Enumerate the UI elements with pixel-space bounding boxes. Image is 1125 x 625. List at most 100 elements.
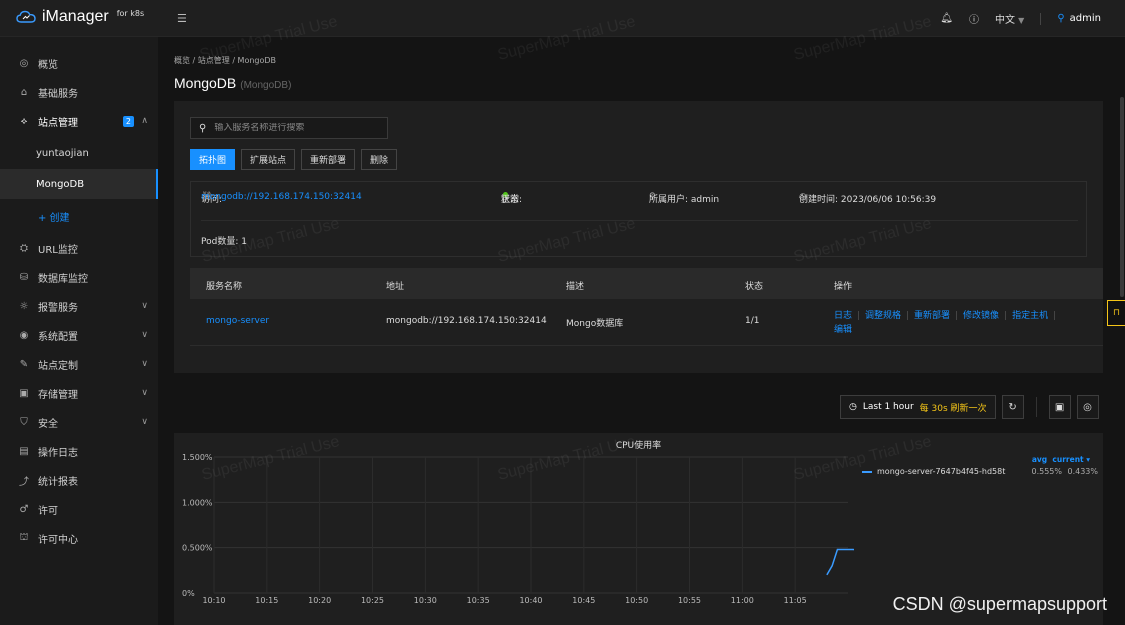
x-tick-label: 10:25 [361,596,384,605]
user-icon: ⚲ [1057,13,1065,24]
search-input[interactable] [214,123,375,133]
edit-link[interactable]: 编辑 [834,325,852,335]
sidebar-create-button[interactable]: + 创建 [0,201,158,231]
y-tick-label: 0.500% [182,544,213,553]
service-card: ⚲ 拓扑图 扩展站点 重新部署 删除 ⛓ 访问: mongodb://192.1… [174,101,1103,373]
sidebar-subitem-yuntaojian[interactable]: yuntaojian [0,138,158,168]
user-menu[interactable]: ⚲ admin [1057,13,1101,24]
check-circle-icon: ◎ [1083,401,1092,413]
settings-button[interactable]: ◎ [1076,395,1099,419]
sidebar-item-site-mgmt[interactable]: ⟡ 站点管理 2 ∧ [0,109,158,133]
sidebar-item-oplog[interactable]: ▤ 操作日志 [0,439,158,463]
sidebar-item-license[interactable]: ♂ 许可 [0,497,158,521]
legend-series-name: mongo-server-7647b4f45-hd58t [877,467,1006,476]
x-tick-label: 10:20 [308,596,331,605]
scrollbar-thumb[interactable] [1120,97,1124,297]
sidebar-subitem-mongodb[interactable]: MongoDB [0,169,158,199]
divider [1054,311,1056,320]
license-center-icon: ⛫ [19,531,29,543]
divider [1005,311,1007,320]
page-title-text: MongoDB [174,75,237,91]
legend-avg-value: 0.555% [1031,467,1062,476]
resize-link[interactable]: 调整规格 [865,311,901,321]
assign-host-link[interactable]: 指定主机 [1012,311,1048,321]
access-link[interactable]: mongodb://192.168.174.150:32414 [201,192,362,202]
chevron-down-icon: ∨ [141,301,148,311]
plugin-icon: ⊓ [1112,308,1121,318]
oplog-icon: ▤ [19,445,29,457]
security-icon: ⛉ [20,416,28,428]
app-logo[interactable]: iManager for k8s [16,8,144,26]
redeploy-link[interactable]: 重新部署 [914,311,950,321]
x-tick-label: 10:10 [202,596,225,605]
sidebar-item-storage[interactable]: ▣ 存储管理 ∨ [0,381,158,405]
time-range-picker[interactable]: ◷ Last 1 hour 每 30s 刷新一次 [840,395,996,419]
scrollbar[interactable] [1119,37,1125,625]
legend-avg-header[interactable]: avg [1032,455,1047,464]
column-header: 状态 [745,282,764,292]
save-button[interactable]: ▣ [1048,395,1071,419]
breadcrumb[interactable]: 概览 / 站点管理 / MongoDB [174,55,276,66]
refresh-interval-label: 每 30s 刷新一次 [919,403,987,414]
menu-fold-icon[interactable]: ☰ [177,12,187,25]
help-icon[interactable]: ⓘ [969,11,979,26]
count-badge: 2 [122,115,134,127]
time-range-label: Last 1 hour [862,402,914,412]
chevron-down-icon: ∨ [141,388,148,398]
redeploy-button[interactable]: 重新部署 [301,149,356,170]
sidebar-item-base-service[interactable]: ⌂ 基础服务 [0,80,158,104]
owner-text: 所属用户: admin [649,195,720,205]
x-tick-label: 10:40 [519,596,542,605]
language-label: 中文 [994,15,1015,26]
service-name-link[interactable]: mongo-server [206,316,269,326]
top-bar: iManager for k8s ☰ 🔔︎ ⓘ 中文 ▼ ⚲ admin [0,0,1125,37]
sidebar-item-label: 存储管理 [38,389,78,401]
sidebar-item-security[interactable]: ⛉ 安全 ∨ [0,410,158,434]
main-content: 概览 / 站点管理 / MongoDB MongoDB(MongoDB) ⚲ 拓… [158,37,1125,625]
column-header: 操作 [834,282,853,292]
side-drawer-tab[interactable]: ⊓ [1107,300,1125,326]
page-title: MongoDB (MongoDB) [174,75,291,91]
bell-icon[interactable]: 🔔︎ [940,13,953,24]
log-link[interactable]: 日志 [834,311,852,321]
table-header: 服务名称 地址 描述 状态 操作 [190,268,1103,299]
sidebar-item-db-monitor[interactable]: ⛁ 数据库监控 [0,265,158,289]
sidebar-item-label: 许可 [38,505,58,517]
legend-header: avg current ▾ [862,455,1090,464]
language-select[interactable]: 中文 ▼ [995,11,1024,26]
sidebar-item-label: 报警服务 [38,302,78,314]
sidebar-item-system-config[interactable]: ◉ 系统配置 ∨ [0,323,158,347]
column-header: 描述 [566,282,585,292]
refresh-button[interactable]: ↻ [1001,395,1024,419]
sidebar-item-site-custom[interactable]: ✎ 站点定制 ∨ [0,352,158,376]
topology-button[interactable]: 拓扑图 [190,149,236,170]
legend-current-header[interactable]: current ▾ [1052,455,1090,464]
overview-icon: ◎ [19,57,29,69]
pod-count: Pod数量: 1 [201,237,247,247]
legend-item[interactable]: mongo-server-7647b4f45-hd58t 0.555% 0.43… [862,467,1098,476]
divider [956,311,958,320]
change-image-link[interactable]: 修改镜像 [963,311,999,321]
sidebar-item-label: 基础服务 [38,88,78,100]
sidebar-item-label: 安全 [38,418,58,430]
save-icon: ▣ [1054,401,1065,413]
site-info-row: ⛓ 访问: mongodb://192.168.174.150:32414 ◷ … [201,192,1078,206]
cpu-chart: 0% 0.500% 1.000% 1.500% 10:10 10:15 10:20 10:25… [182,453,854,605]
x-tick-label: 10:15 [255,596,278,605]
service-table: 服务名称 地址 描述 状态 操作 mongo-server mongodb://… [190,268,1103,346]
divider [1040,12,1042,25]
sidebar-item-label: 操作日志 [38,447,78,459]
x-tick-label: 10:35 [467,596,490,605]
sidebar-item-alarm[interactable]: ☼ 报警服务 ∨ [0,294,158,318]
delete-button[interactable]: 删除 [361,149,398,170]
search-icon: ⚲ [199,122,207,134]
sidebar-item-url-monitor[interactable]: ⛭ URL监控 [0,236,158,260]
sidebar-item-overview[interactable]: ◎ 概览 [0,51,158,75]
sidebar-item-license-center[interactable]: ⛫ 许可中心 [0,526,158,550]
chevron-down-icon: ∨ [141,359,148,369]
url-monitor-icon: ⛭ [20,242,28,254]
expand-site-button[interactable]: 扩展站点 [241,149,296,170]
sidebar-item-label: 统计报表 [38,476,78,488]
sidebar-item-stats[interactable]: ⤴ 统计报表 [0,468,158,492]
divider [1035,397,1037,417]
